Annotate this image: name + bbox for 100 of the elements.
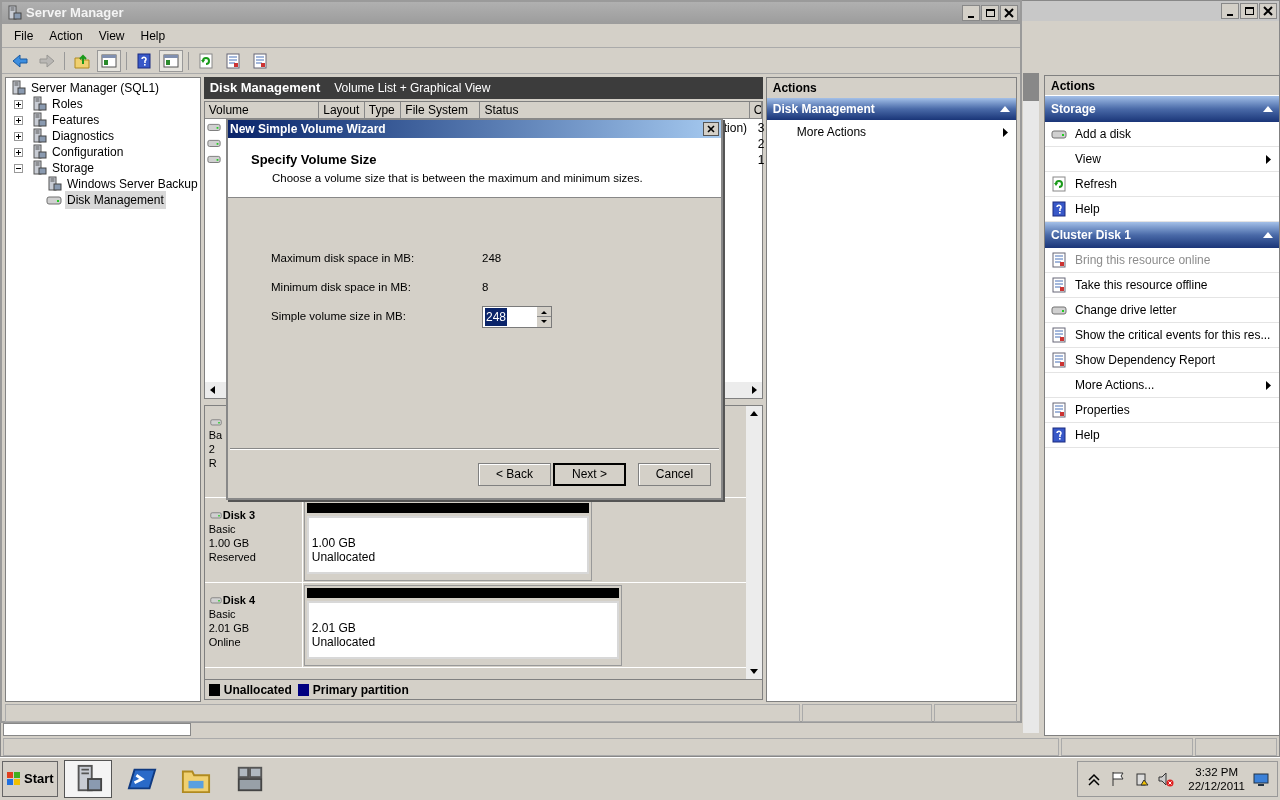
disk-status: R [208, 456, 218, 470]
help-icon [136, 52, 152, 69]
tree-item[interactable]: Roles [50, 95, 85, 113]
speaker-muted-icon[interactable] [1158, 771, 1175, 787]
field-label: Minimum disk space in MB: [271, 280, 412, 296]
partition-box[interactable]: 2.01 GB Unallocated [303, 585, 622, 666]
refresh-icon [198, 52, 214, 69]
tree-item[interactable]: Disk Management [65, 191, 166, 209]
pane-title: Disk Management [209, 79, 321, 98]
table-cell-text: 2 [757, 136, 765, 153]
toolbar-button[interactable] [159, 49, 183, 72]
collapse-caret-icon[interactable] [1000, 106, 1010, 112]
menu-item[interactable]: Action [43, 26, 89, 45]
disk-drive-icon [208, 594, 223, 606]
collapse-caret-icon[interactable] [1263, 232, 1273, 238]
start-button[interactable]: Start [2, 761, 58, 797]
expander-icon[interactable] [14, 115, 23, 125]
scrollbar-thumb[interactable] [1023, 73, 1039, 101]
panel-icon [101, 52, 117, 69]
tree-item[interactable]: Diagnostics [50, 127, 117, 145]
folder-up-icon [74, 52, 90, 69]
tree-item[interactable]: Features [50, 111, 102, 129]
dialog-button[interactable]: < Back [478, 462, 551, 486]
expander-icon[interactable] [14, 147, 23, 157]
field-label: Maximum disk space in MB: [271, 251, 416, 267]
task-link[interactable]: More Actions [766, 120, 1016, 144]
field-value: 8 [482, 280, 489, 296]
partition-status: Unallocated [311, 550, 377, 564]
menu-item[interactable]: Help [134, 26, 172, 45]
dialog-button[interactable]: Cancel [638, 462, 711, 486]
table-cell: tion) [723, 121, 748, 135]
clock[interactable]: 3:32 PM 22/12/2011 [1188, 765, 1245, 793]
minimize-button[interactable] [1221, 3, 1239, 19]
toolbar-button[interactable] [97, 49, 121, 72]
tree-item[interactable]: Configuration [50, 143, 126, 161]
legend-label: Primary partition [312, 681, 409, 699]
dialog-subtitle: Choose a volume size that is between the maximum and minimum sizes. [271, 170, 644, 186]
partition-box[interactable]: 1.00 GB Unallocated [303, 500, 592, 581]
server-icon [31, 144, 47, 160]
window-title: Server Manager [26, 4, 124, 23]
submenu-caret-icon [1266, 380, 1271, 390]
submenu-caret-icon [1003, 127, 1008, 137]
disk-name: Disk 4 [222, 593, 256, 607]
document-icon [1051, 327, 1067, 343]
field-value: 248 [482, 251, 502, 267]
flag-icon[interactable] [1110, 771, 1127, 787]
tree-item[interactable]: Server Manager (SQL1) [29, 79, 162, 97]
disk-size: 2.01 GB [208, 621, 251, 635]
server-icon [31, 160, 47, 176]
help-icon [1051, 201, 1067, 217]
vertical-scrollbar[interactable] [745, 406, 762, 679]
maximize-button[interactable] [981, 5, 999, 21]
server-icon [31, 112, 47, 128]
table-cell-text: 3 [757, 120, 765, 137]
menu-item[interactable]: File [8, 26, 40, 45]
dialog-button[interactable]: Next > [553, 462, 626, 486]
disk-size: 1.00 GB [208, 536, 251, 550]
number-spinner[interactable]: 248 [482, 306, 552, 328]
disk-status: Reserved [208, 550, 257, 564]
help-icon [1051, 427, 1067, 443]
back-arrow-icon [12, 52, 28, 69]
view-label: Volume List + Graphical View [334, 80, 491, 97]
section-header[interactable]: Storage [1045, 96, 1279, 122]
partition-size: 1.00 GB [311, 536, 357, 550]
tree-item[interactable]: Storage [50, 159, 97, 177]
server-icon [31, 128, 47, 144]
document-icon [1051, 352, 1067, 368]
server-icon [6, 5, 22, 21]
disk-type: Ba [208, 428, 224, 442]
section-header[interactable]: Disk Management [766, 98, 1016, 120]
document-icon [1051, 277, 1067, 293]
close-button[interactable] [703, 122, 719, 136]
document-icon [1051, 252, 1067, 268]
partition-size: 2.01 GB [311, 621, 357, 635]
restore-button[interactable] [1240, 3, 1258, 19]
document-icon [252, 52, 268, 69]
monitor-icon[interactable] [1253, 771, 1269, 787]
disk-type: Basic [208, 607, 237, 621]
expander-icon[interactable] [14, 131, 23, 141]
expander-icon[interactable] [14, 163, 23, 173]
partition-status: Unallocated [311, 635, 377, 649]
disk-type: Basic [208, 522, 237, 536]
table-cell-text: 1 [757, 152, 765, 169]
panel-icon [163, 52, 179, 69]
disk-status: Online [208, 635, 242, 649]
dialog-heading: Specify Volume Size [251, 151, 378, 169]
close-button[interactable] [1259, 3, 1277, 19]
minimize-button[interactable] [962, 5, 980, 21]
tree-item[interactable]: Windows Server Backup [65, 175, 200, 193]
menu-item[interactable]: View [92, 26, 131, 45]
expander-icon[interactable] [14, 99, 23, 109]
section-header[interactable]: Cluster Disk 1 [1045, 222, 1279, 248]
server-icon [31, 96, 47, 112]
collapse-caret-icon[interactable] [1263, 106, 1273, 112]
taskbar-button[interactable] [63, 760, 112, 798]
close-button[interactable] [1000, 5, 1018, 21]
legend-label: Unallocated [223, 681, 292, 699]
forward-arrow-icon [39, 52, 55, 69]
flag-logo-icon [6, 771, 22, 787]
disk-drive-icon [208, 416, 223, 428]
